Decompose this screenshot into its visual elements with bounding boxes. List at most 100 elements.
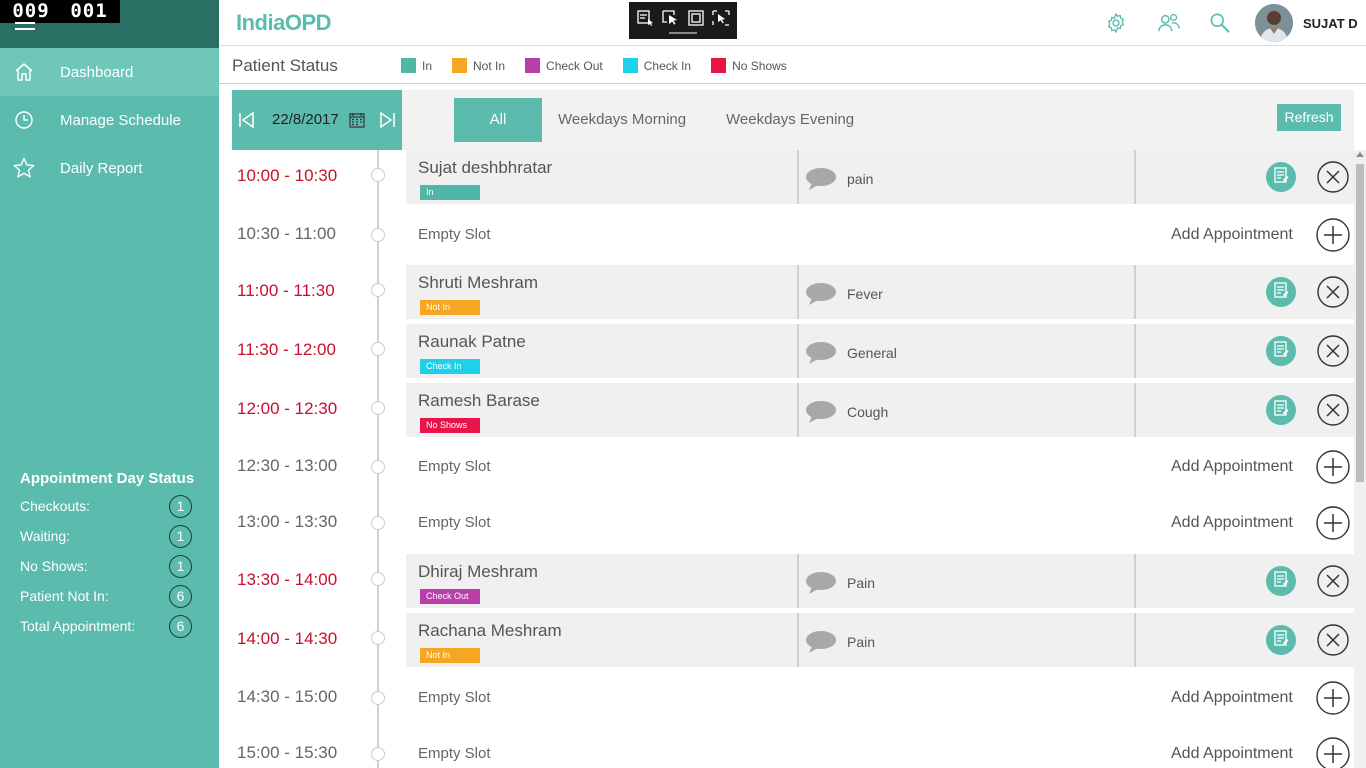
avatar[interactable] (1255, 4, 1293, 42)
first-day-icon[interactable] (238, 112, 256, 128)
appointment-card[interactable]: Rachana Meshram Not In Pain (406, 613, 1354, 667)
patient-name[interactable]: Sujat deshbhratar (418, 158, 552, 178)
cancel-appointment-button[interactable] (1317, 276, 1349, 313)
patient-name[interactable]: Raunak Patne (418, 332, 526, 352)
menu-icon[interactable] (15, 22, 35, 30)
appointment-card[interactable]: Raunak Patne Check In General (406, 324, 1354, 378)
notes-button[interactable] (1266, 336, 1296, 366)
empty-slot-row: 14:30 - 15:00 Empty Slot Add Appointment (232, 671, 1354, 727)
comment-icon (804, 281, 838, 312)
select-object-icon[interactable] (711, 9, 730, 26)
plus-icon (1316, 218, 1350, 256)
notes-icon (1273, 281, 1289, 304)
appointment-reason: Pain (847, 575, 876, 591)
sidebar-item-dashboard[interactable]: Dashboard (0, 48, 219, 96)
slot-time: 10:00 - 10:30 (237, 166, 338, 185)
notes-button[interactable] (1266, 395, 1296, 425)
add-appointment-link[interactable]: Add Appointment (1171, 458, 1293, 476)
cancel-appointment-button[interactable] (1317, 565, 1349, 602)
day-status-label: Total Appointment: (20, 618, 136, 634)
day-status-count: 6 (169, 614, 192, 638)
schedule-tabs: All Weekdays Morning Weekdays Evening Re… (402, 90, 1354, 150)
legend-label: Check Out (546, 58, 603, 73)
close-icon (1317, 335, 1349, 371)
notes-button[interactable] (1266, 566, 1296, 596)
day-status-count: 1 (169, 494, 192, 518)
select-window-icon[interactable] (636, 9, 655, 26)
scroll-thumb[interactable] (1356, 164, 1364, 482)
tab-all[interactable]: All (454, 98, 542, 142)
users-icon[interactable] (1157, 12, 1181, 34)
notes-button[interactable] (1266, 277, 1296, 307)
timeline-dot (371, 572, 385, 586)
sidebar-item-daily-report[interactable]: Daily Report (0, 144, 219, 192)
appointment-card[interactable]: Ramesh Barase No Shows Cough (406, 383, 1354, 437)
scrollbar[interactable] (1354, 150, 1366, 768)
calendar-icon[interactable] (349, 112, 365, 128)
tab-weekdays-morning[interactable]: Weekdays Morning (558, 98, 686, 142)
timeline-dot (371, 691, 385, 705)
close-icon (1317, 565, 1349, 601)
notes-button[interactable] (1266, 162, 1296, 192)
card-divider (797, 150, 799, 204)
user-name[interactable]: SUJAT D (1303, 16, 1358, 31)
card-divider (1134, 265, 1136, 319)
add-appointment-button[interactable] (1316, 681, 1350, 720)
refresh-button[interactable]: Refresh (1277, 104, 1341, 131)
toolbar-drag-handle[interactable] (669, 32, 697, 34)
add-appointment-button[interactable] (1316, 506, 1350, 545)
tab-weekdays-evening[interactable]: Weekdays Evening (726, 98, 854, 142)
top-header: IndiaOPD SUJAT D (219, 0, 1366, 46)
last-day-icon[interactable] (378, 112, 396, 128)
add-appointment-link[interactable]: Add Appointment (1171, 226, 1293, 244)
slot-time: 14:30 - 15:00 (237, 687, 338, 706)
gear-icon[interactable] (1105, 12, 1127, 34)
cancel-appointment-button[interactable] (1317, 624, 1349, 661)
slot-time: 10:30 - 11:00 (237, 224, 336, 243)
capture-toolbar (629, 2, 737, 39)
status-badge: In (420, 185, 480, 200)
appointment-reason: pain (847, 171, 874, 187)
comment-icon (804, 340, 838, 371)
patient-name[interactable]: Ramesh Barase (418, 391, 540, 411)
slot-time: 13:00 - 13:30 (237, 512, 338, 531)
patient-name[interactable]: Dhiraj Meshram (418, 562, 538, 582)
sidebar-item-manage-schedule[interactable]: Manage Schedule (0, 96, 219, 144)
scroll-up-icon[interactable] (1356, 152, 1364, 157)
appointment-card[interactable]: Sujat deshbhratar In pain (406, 150, 1354, 204)
plus-icon (1316, 681, 1350, 719)
add-appointment-button[interactable] (1316, 450, 1350, 489)
add-appointment-link[interactable]: Add Appointment (1171, 689, 1293, 707)
add-appointment-link[interactable]: Add Appointment (1171, 514, 1293, 532)
sidebar-item-label: Dashboard (60, 63, 134, 81)
slot-time: 12:30 - 13:00 (237, 456, 338, 475)
appointment-row: 13:30 - 14:00 Dhiraj Meshram Check Out Pain (232, 554, 1354, 608)
day-status-row: Waiting: 1 (20, 521, 210, 551)
add-appointment-button[interactable] (1316, 737, 1350, 768)
fullscreen-icon[interactable] (687, 9, 705, 26)
select-region-icon[interactable] (661, 9, 680, 26)
app-logo[interactable]: IndiaOPD (236, 10, 332, 36)
patient-name[interactable]: Shruti Meshram (418, 273, 538, 293)
card-divider (1134, 554, 1136, 608)
sidebar: 009 001 Dashboard Manage Schedule Daily Rep… (0, 0, 219, 768)
notes-button[interactable] (1266, 625, 1296, 655)
appointment-card[interactable]: Shruti Meshram Not In Fever (406, 265, 1354, 319)
add-appointment-button[interactable] (1316, 218, 1350, 257)
appointment-card[interactable]: Dhiraj Meshram Check Out Pain (406, 554, 1354, 608)
comment-icon (804, 570, 838, 601)
legend-item: No Shows (711, 58, 787, 73)
date-display[interactable]: 22/8/2017 (272, 111, 339, 128)
legend-swatch (452, 58, 468, 73)
empty-slot-row: 13:00 - 13:30 Empty Slot Add Appointment (232, 496, 1354, 552)
frame-counter: 009 001 (0, 0, 120, 23)
empty-slot-row: 15:00 - 15:30 Empty Slot Add Appointment (232, 727, 1354, 768)
cancel-appointment-button[interactable] (1317, 335, 1349, 372)
patient-status-bar: Patient Status In Not In Check Out Check In… (219, 46, 1366, 84)
cancel-appointment-button[interactable] (1317, 394, 1349, 431)
search-icon[interactable] (1209, 12, 1231, 34)
patient-name[interactable]: Rachana Meshram (418, 621, 562, 641)
add-appointment-link[interactable]: Add Appointment (1171, 745, 1293, 763)
cancel-appointment-button[interactable] (1317, 161, 1349, 198)
home-icon (0, 62, 60, 82)
